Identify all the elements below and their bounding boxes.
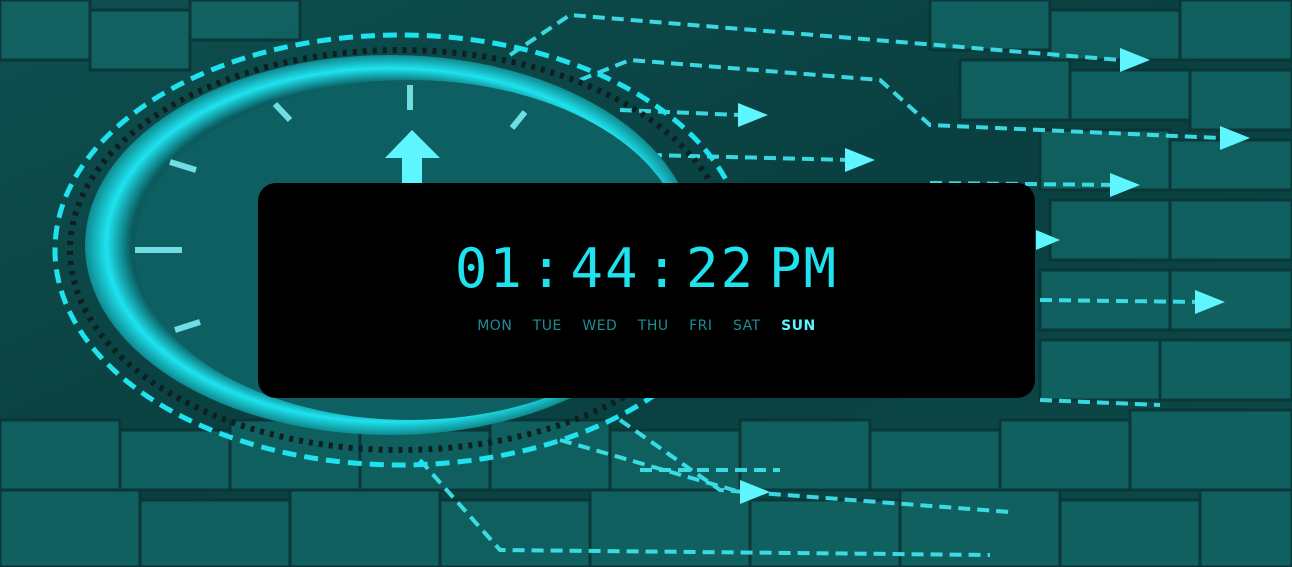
time-separator: : bbox=[645, 237, 681, 300]
day-tue: TUE bbox=[532, 318, 562, 334]
time-separator: : bbox=[529, 237, 565, 300]
day-mon: MON bbox=[477, 318, 513, 334]
seconds-value: 22 bbox=[686, 237, 756, 300]
period-label: PM bbox=[769, 237, 839, 300]
day-thu: THU bbox=[637, 318, 669, 334]
minutes-value: 44 bbox=[570, 237, 640, 300]
day-wed: WED bbox=[582, 318, 618, 334]
weekday-row: MON TUE WED THU FRI SAT SUN bbox=[258, 318, 1035, 334]
hours-value: 01 bbox=[454, 237, 524, 300]
day-sun: SUN bbox=[781, 318, 816, 334]
time-display: 01:44:22 PM bbox=[258, 238, 1035, 300]
day-sat: SAT bbox=[732, 318, 761, 334]
day-fri: FRI bbox=[689, 318, 713, 334]
